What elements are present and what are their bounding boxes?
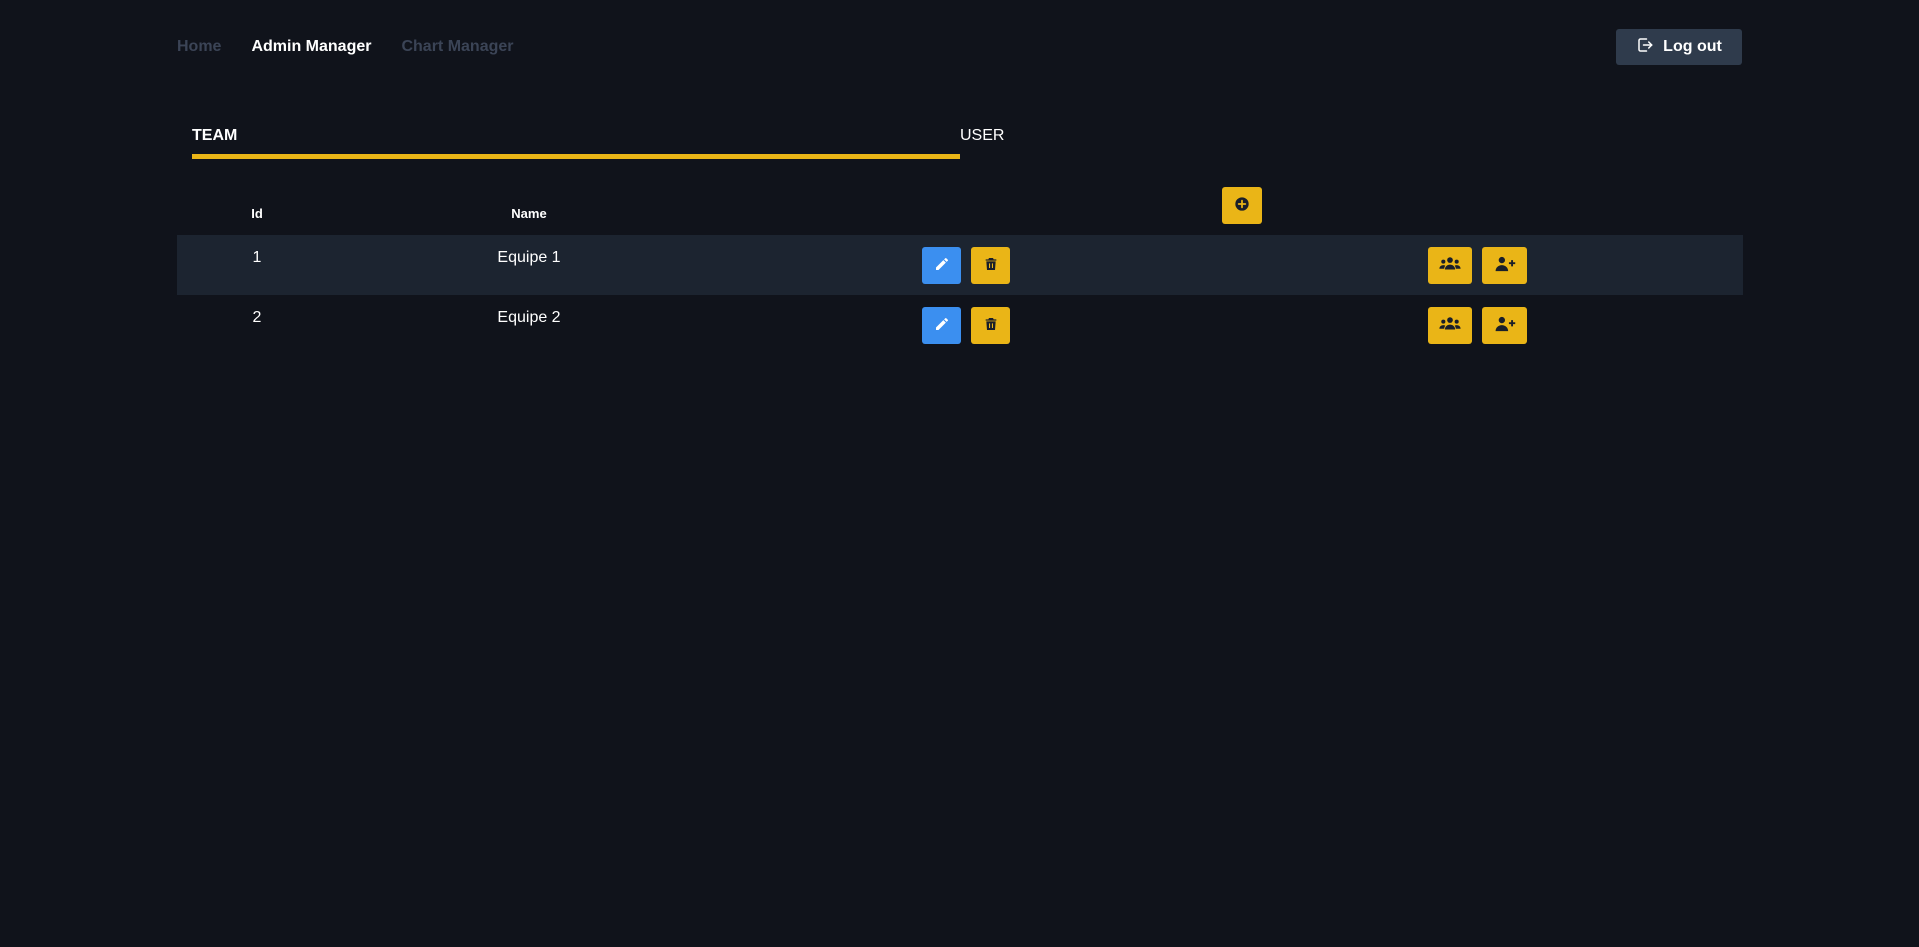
row-name: Equipe 1	[497, 249, 561, 266]
delete-team-button[interactable]	[971, 247, 1010, 284]
users-icon	[1439, 256, 1461, 275]
row-id: 2	[252, 309, 262, 326]
table-row: 2 Equipe 2	[177, 295, 1743, 355]
pencil-icon	[934, 256, 950, 275]
edit-team-button[interactable]	[922, 307, 961, 344]
tab-team[interactable]: TEAM	[192, 125, 237, 147]
column-header-name: Name	[511, 206, 547, 221]
view-team-members-button[interactable]	[1428, 307, 1472, 344]
nav-links: Home Admin Manager Chart Manager	[177, 37, 514, 57]
active-tab-indicator	[192, 154, 960, 159]
view-team-members-button[interactable]	[1428, 247, 1472, 284]
nav-link-home[interactable]: Home	[177, 37, 221, 57]
add-team-button[interactable]	[1222, 187, 1262, 224]
tab-user[interactable]: USER	[960, 125, 1004, 147]
nav-link-admin-manager[interactable]: Admin Manager	[251, 37, 371, 57]
nav-link-chart-manager[interactable]: Chart Manager	[401, 37, 513, 57]
pencil-icon	[934, 316, 950, 335]
top-navbar: Home Admin Manager Chart Manager Log out	[177, 29, 1742, 65]
users-icon	[1439, 316, 1461, 335]
add-user-to-team-button[interactable]	[1482, 307, 1527, 344]
column-header-id: Id	[251, 206, 263, 221]
team-table: Id Name 1 Equipe 1 2 Equipe 2	[177, 186, 1743, 355]
table-row: 1 Equipe 1	[177, 235, 1743, 295]
logout-icon	[1636, 36, 1654, 59]
table-header: Id Name	[177, 186, 1743, 235]
add-user-to-team-button[interactable]	[1482, 247, 1527, 284]
delete-team-button[interactable]	[971, 307, 1010, 344]
logout-button[interactable]: Log out	[1616, 29, 1742, 65]
row-name: Equipe 2	[497, 309, 561, 326]
trash-icon	[983, 256, 999, 275]
logout-label: Log out	[1663, 38, 1722, 55]
edit-team-button[interactable]	[922, 247, 961, 284]
row-id: 1	[252, 249, 262, 266]
user-plus-icon	[1494, 316, 1516, 335]
trash-icon	[983, 316, 999, 335]
plus-circle-icon	[1234, 196, 1250, 215]
tab-bar: TEAM USER	[192, 125, 1042, 161]
user-plus-icon	[1494, 256, 1516, 275]
